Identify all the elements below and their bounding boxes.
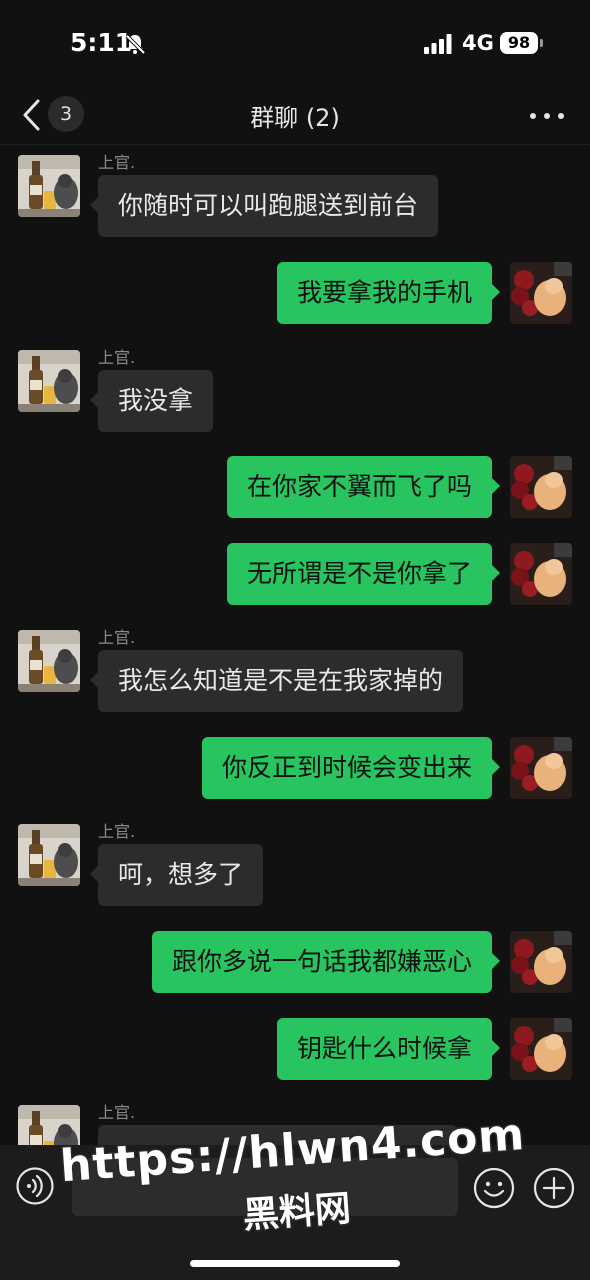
my-avatar[interactable] — [510, 737, 572, 799]
sender-name: 上官. — [98, 1103, 136, 1122]
outgoing-message: 钥匙什么时候拿 — [0, 1018, 590, 1088]
incoming-message: 上官. 我怎么知道是不是在我家掉的 — [0, 628, 590, 712]
contact-avatar[interactable] — [18, 155, 80, 217]
battery-tip — [540, 39, 543, 47]
chat-screen: 5:11 4G 98 3 群聊 (2) 上官. 你随时可以叫跑腿送到前台 我要拿… — [0, 0, 590, 1280]
message-bubble[interactable]: 你反正到时候会变出来 — [201, 737, 501, 799]
message-bubble[interactable]: 我要拿我的手机 — [276, 262, 501, 324]
battery-indicator: 98 — [500, 32, 538, 54]
incoming-message: 上官. 呵，想多了 — [0, 822, 590, 906]
message-bubble[interactable] — [98, 1125, 458, 1145]
input-bar — [0, 1145, 590, 1280]
outgoing-message: 你反正到时候会变出来 — [0, 737, 590, 807]
message-bubble[interactable]: 在你家不翼而飞了吗 — [226, 456, 501, 518]
my-avatar[interactable] — [510, 931, 572, 993]
status-bar: 5:11 4G 98 — [0, 0, 590, 88]
sender-name: 上官. — [98, 822, 136, 841]
outgoing-message: 跟你多说一句话我都嫌恶心 — [0, 931, 590, 1001]
sender-name: 上官. — [98, 628, 136, 647]
message-bubble[interactable]: 呵，想多了 — [89, 844, 264, 906]
incoming-message: 上官. 我没拿 — [0, 348, 590, 432]
outgoing-message: 我要拿我的手机 — [0, 262, 590, 332]
outgoing-message: 在你家不翼而飞了吗 — [0, 456, 590, 526]
message-bubble[interactable]: 我没拿 — [89, 370, 214, 432]
incoming-message: 上官. 你随时可以叫跑腿送到前台 — [0, 153, 590, 237]
message-bubble[interactable]: 钥匙什么时候拿 — [276, 1018, 501, 1080]
more-button[interactable] — [526, 100, 568, 130]
contact-avatar[interactable] — [18, 1105, 80, 1145]
voice-icon[interactable] — [16, 1167, 54, 1205]
network-label: 4G — [462, 31, 494, 55]
contact-avatar[interactable] — [18, 630, 80, 692]
my-avatar[interactable] — [510, 1018, 572, 1080]
message-bubble[interactable]: 跟你多说一句话我都嫌恶心 — [151, 931, 501, 993]
more-icon-dot — [544, 113, 550, 119]
status-time: 5:11 — [70, 28, 133, 57]
my-avatar[interactable] — [510, 543, 572, 605]
chat-title: 群聊 (2) — [250, 104, 340, 132]
sender-name: 上官. — [98, 153, 136, 172]
sender-name: 上官. — [98, 348, 136, 367]
outgoing-message: 无所谓是不是你拿了 — [0, 543, 590, 613]
message-bubble[interactable]: 我怎么知道是不是在我家掉的 — [89, 650, 464, 712]
contact-avatar[interactable] — [18, 350, 80, 412]
home-indicator[interactable] — [190, 1260, 400, 1267]
message-list[interactable]: 上官. 你随时可以叫跑腿送到前台 我要拿我的手机 上官. 我没拿 在你家不翼而飞了吗 无所谓… — [0, 145, 590, 1145]
more-icon — [530, 113, 536, 119]
contact-avatar[interactable] — [18, 824, 80, 886]
message-bubble[interactable]: 你随时可以叫跑腿送到前台 — [89, 175, 439, 237]
incoming-message: 上官. — [0, 1103, 590, 1145]
plus-icon[interactable] — [533, 1167, 575, 1209]
my-avatar[interactable] — [510, 456, 572, 518]
bell-off-icon — [125, 34, 146, 55]
more-icon-dot — [558, 113, 564, 119]
my-avatar[interactable] — [510, 262, 572, 324]
message-input[interactable] — [72, 1158, 458, 1216]
chat-header: 3 群聊 (2) — [0, 88, 590, 145]
message-bubble[interactable]: 无所谓是不是你拿了 — [226, 543, 501, 605]
emoji-icon[interactable] — [473, 1167, 515, 1209]
signal-icon — [424, 34, 452, 54]
